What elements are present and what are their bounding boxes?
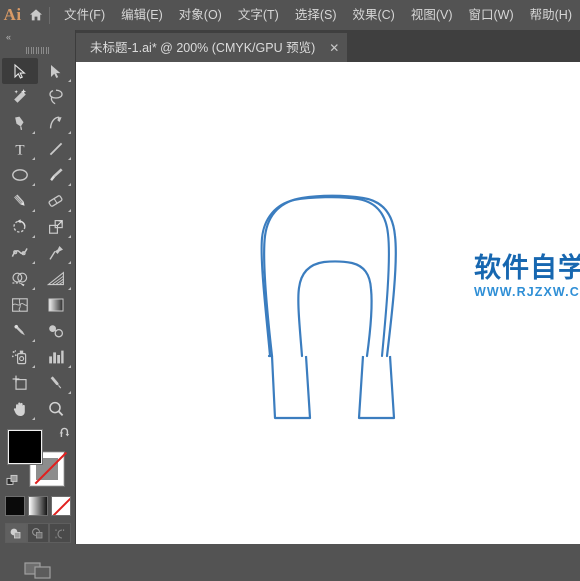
close-icon[interactable]: ✕ [327, 41, 341, 55]
width-warp-tool[interactable] [2, 240, 38, 266]
flyout-indicator [67, 391, 71, 394]
document-tab[interactable]: 未标题-1.ai* @ 200% (CMYK/GPU 预览) ✕ [76, 33, 348, 62]
flyout-indicator [31, 183, 35, 186]
artboard-tool[interactable] [2, 370, 38, 396]
menu-item-list: 文件(F) 编辑(E) 对象(O) 文字(T) 选择(S) 效果(C) 视图(V… [56, 0, 580, 30]
svg-text:T: T [15, 142, 24, 158]
eyedropper-tool[interactable] [2, 318, 38, 344]
artwork-paths[interactable] [76, 62, 580, 544]
flyout-indicator [31, 417, 35, 420]
flyout-indicator [67, 261, 71, 264]
menu-bar: Ai 文件(F) 编辑(E) 对象(O) 文字(T) 选择(S) 效果(C) 视… [0, 0, 580, 30]
lasso-tool[interactable] [38, 84, 74, 110]
document-canvas[interactable]: 软件自学网 WWW.RJZXW.COM [76, 62, 580, 544]
draw-mode-row [0, 523, 75, 543]
shaper-pencil-tool[interactable] [2, 188, 38, 214]
flyout-indicator [31, 157, 35, 160]
flyout-indicator [67, 183, 71, 186]
flyout-indicator [67, 235, 71, 238]
flyout-indicator [67, 365, 71, 368]
ellipse-tool[interactable] [2, 162, 38, 188]
puppet-warp-tool[interactable] [38, 240, 74, 266]
eraser-tool[interactable] [38, 188, 74, 214]
none-mode-button[interactable] [50, 496, 71, 516]
draw-behind-button[interactable] [26, 523, 49, 543]
menu-file[interactable]: 文件(F) [56, 4, 113, 26]
menu-window[interactable]: 窗口(W) [461, 4, 522, 26]
tool-grid: T [0, 58, 75, 422]
color-mode-button[interactable] [4, 496, 25, 516]
flyout-indicator [67, 79, 71, 82]
document-tab-bar: 未标题-1.ai* @ 200% (CMYK/GPU 预览) ✕ [76, 30, 580, 62]
flyout-indicator [31, 209, 35, 212]
tools-panel: « T [0, 30, 76, 579]
symbol-sprayer-tool[interactable] [2, 344, 38, 370]
mesh-tool[interactable] [2, 292, 38, 318]
default-fill-stroke-icon[interactable] [6, 474, 20, 488]
perspective-grid-tool[interactable] [38, 266, 74, 292]
menu-select[interactable]: 选择(S) [287, 4, 345, 26]
paintbrush-tool[interactable] [38, 162, 74, 188]
flyout-indicator [67, 287, 71, 290]
menu-edit[interactable]: 编辑(E) [113, 4, 171, 26]
flyout-indicator [67, 131, 71, 134]
menu-divider [49, 6, 51, 24]
color-mode-row [0, 496, 75, 516]
direct-selection-tool[interactable] [38, 58, 74, 84]
menu-view[interactable]: 视图(V) [403, 4, 461, 26]
curvature-tool[interactable] [38, 110, 74, 136]
line-segment-tool[interactable] [38, 136, 74, 162]
flyout-indicator [31, 131, 35, 134]
flyout-indicator [31, 235, 35, 238]
flyout-indicator [31, 365, 35, 368]
flyout-indicator [31, 287, 35, 290]
scale-tool[interactable] [38, 214, 74, 240]
selection-tool[interactable] [1, 58, 38, 84]
fill-swatch[interactable] [7, 430, 42, 464]
draw-normal-button[interactable] [4, 523, 27, 543]
fill-stroke-control [6, 427, 69, 488]
swap-fill-stroke-icon[interactable] [58, 426, 72, 440]
flyout-indicator [31, 261, 35, 264]
collapse-panel-icon[interactable]: « [0, 30, 75, 44]
type-tool[interactable]: T [2, 136, 38, 162]
menu-help[interactable]: 帮助(H) [522, 4, 580, 26]
gradient-tool[interactable] [38, 292, 74, 318]
magic-wand-tool[interactable] [2, 84, 38, 110]
illustrator-window: Ai 文件(F) 编辑(E) 对象(O) 文字(T) 选择(S) 效果(C) 视… [0, 0, 580, 579]
zoom-tool[interactable] [38, 396, 74, 422]
shape-builder-tool[interactable] [2, 266, 38, 292]
flyout-indicator [31, 339, 35, 342]
flyout-indicator [67, 209, 71, 212]
document-tab-title: 未标题-1.ai* @ 200% (CMYK/GPU 预览) [90, 40, 316, 55]
gradient-mode-button[interactable] [27, 496, 48, 516]
draw-inside-button[interactable] [48, 523, 71, 543]
pen-tool[interactable] [2, 110, 38, 136]
column-graph-tool[interactable] [38, 344, 74, 370]
flyout-indicator [67, 157, 71, 160]
menu-effect[interactable]: 效果(C) [344, 4, 402, 26]
screen-mode-button[interactable] [0, 559, 75, 581]
rotate-tool[interactable] [2, 214, 38, 240]
ai-logo: Ai [3, 5, 22, 24]
hand-tool[interactable] [2, 396, 38, 422]
slice-tool[interactable] [38, 370, 74, 396]
blend-tool[interactable] [38, 318, 74, 344]
menu-type[interactable]: 文字(T) [230, 4, 287, 26]
panel-drag-handle[interactable] [0, 44, 75, 56]
menu-object[interactable]: 对象(O) [171, 4, 230, 26]
home-icon[interactable] [25, 0, 47, 30]
